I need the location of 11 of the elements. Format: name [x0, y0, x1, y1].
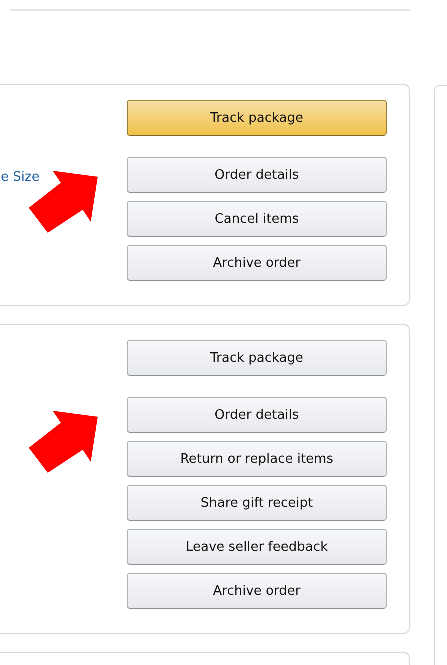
track-package-button[interactable]: Track package	[127, 100, 387, 136]
track-package-button[interactable]: Track package	[127, 340, 387, 376]
product-link[interactable]: e Size	[1, 170, 40, 185]
order-action-button[interactable]: Cancel items	[127, 201, 387, 237]
order-action-button[interactable]: Share gift receipt	[127, 485, 387, 521]
order-action-button[interactable]: Order details	[127, 157, 387, 193]
order-action-button[interactable]: Archive order	[127, 573, 387, 609]
order-action-button[interactable]: Return or replace items	[127, 441, 387, 477]
order-action-button[interactable]: Order details	[127, 397, 387, 433]
order-action-button[interactable]: Archive order	[127, 245, 387, 281]
order-action-button[interactable]: Leave seller feedback	[127, 529, 387, 565]
